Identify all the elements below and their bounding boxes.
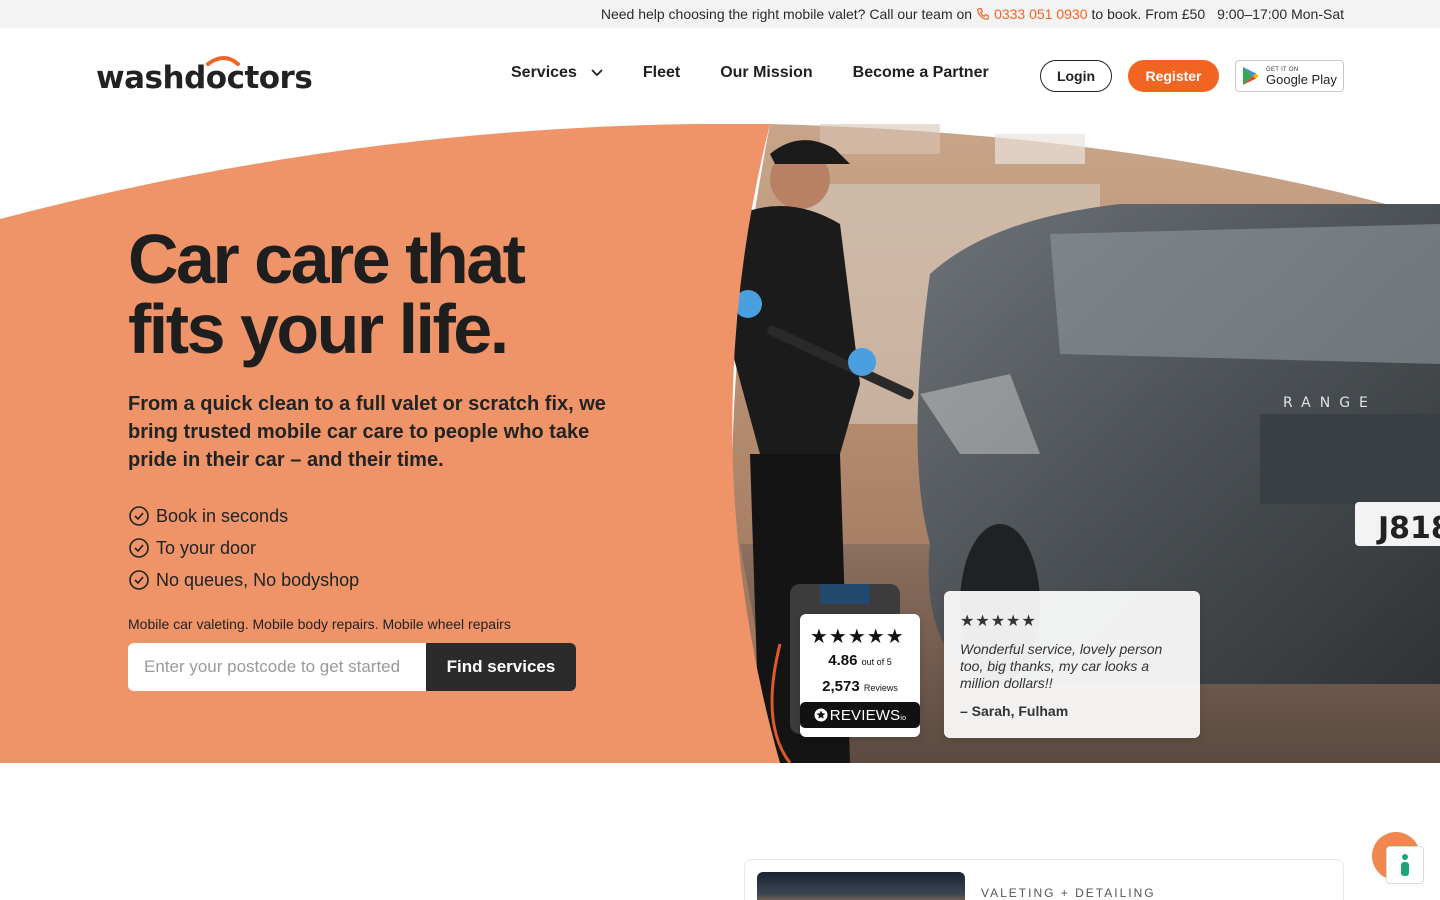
benefit-item: Book in seconds [128,500,359,532]
phone-icon [977,8,989,20]
star-circle-icon [814,708,828,722]
main-nav: Services Fleet Our Mission Become a Part… [511,64,1029,82]
benefit-list: Book in seconds To your door No queues, … [128,500,359,596]
check-circle-icon [129,506,149,526]
top-info-bar: Need help choosing the right mobile vale… [0,0,1440,28]
register-button[interactable]: Register [1128,60,1219,92]
number-plate-text: J818 [1376,511,1440,546]
hero-section: RANGE J818 Car care that fits your life.… [0,124,1440,763]
phone-link[interactable]: 0333 051 0930 [976,6,1088,22]
check-circle-icon [129,570,149,590]
phone-number[interactable]: 0333 051 0930 [994,6,1087,22]
chevron-down-icon [591,69,603,77]
benefit-item: To your door [128,532,359,564]
benefit-label: No queues, No bodyshop [156,569,360,590]
hero-title-line-2: fits your life. [128,290,509,368]
reviews-io-logo: REVIEWS io [800,702,920,728]
service-card-tag: VALETING + DETAILING [981,886,1156,900]
washdoctors-logo[interactable]: washdoctors [96,54,313,98]
cookie-settings-button[interactable] [1386,846,1424,884]
rating-count-suffix: Reviews [863,683,898,693]
postcode-search: Find services [128,643,576,691]
store-badge-big: Google Play [1266,71,1337,87]
hero-title: Car care that fits your life. [128,224,648,364]
find-services-button[interactable]: Find services [426,643,576,691]
reviews-rating-badge[interactable]: ★★★★★ 4.86 out of 5 2,573 Reviews REVIEW… [800,614,920,737]
pricing-text: to book. From £50 [1091,6,1206,22]
accessibility-icon [1401,854,1409,876]
opening-hours: 9:00–17:00 Mon-Sat [1217,6,1344,22]
nav-our-mission[interactable]: Our Mission [720,64,812,82]
testimonial-quote: Wonderful service, lovely person too, bi… [960,641,1163,691]
postcode-input[interactable] [128,643,426,691]
reviews-brand-suffix: io [900,714,907,722]
services-line: Mobile car valeting. Mobile body repairs… [128,616,511,632]
google-play-icon [1243,67,1259,85]
login-button[interactable]: Login [1040,60,1112,92]
hero-title-line-1: Car care that [128,220,526,298]
nav-services-label: Services [511,64,577,81]
rating-score-value: 4.86 [828,652,858,669]
testimonial-card: ★★★★★ Wonderful service, lovely person t… [944,591,1200,738]
car-badge-text: RANGE [1283,395,1377,411]
benefit-label: Book in seconds [156,505,289,526]
testimonial-stars: ★★★★★ [960,613,1037,630]
nav-become-partner[interactable]: Become a Partner [853,64,989,82]
reviews-brand: REVIEWS [829,706,901,724]
rating-stars: ★★★★★ [810,626,905,648]
rating-count: 2,573 Reviews [800,678,920,695]
check-circle-icon [129,538,149,558]
nav-services[interactable]: Services [511,64,603,82]
rating-count-value: 2,573 [822,678,860,695]
testimonial-author: – Sarah, Fulham [960,703,1069,719]
site-header: washdoctors Services Fleet Our Mission B… [0,28,1440,124]
help-message: Need help choosing the right mobile vale… [600,6,973,22]
benefit-label: To your door [156,537,257,558]
rating-score-suffix: out of 5 [861,657,892,667]
hero-subtitle: From a quick clean to a full valet or sc… [128,393,606,471]
nav-fleet[interactable]: Fleet [643,64,680,82]
service-card-image [757,872,965,900]
rating-score: 4.86 out of 5 [800,652,920,669]
benefit-item: No queues, No bodyshop [128,564,359,596]
google-play-badge[interactable]: GET IT ON Google Play [1235,60,1344,92]
logo-text: washdoctors [96,60,313,96]
